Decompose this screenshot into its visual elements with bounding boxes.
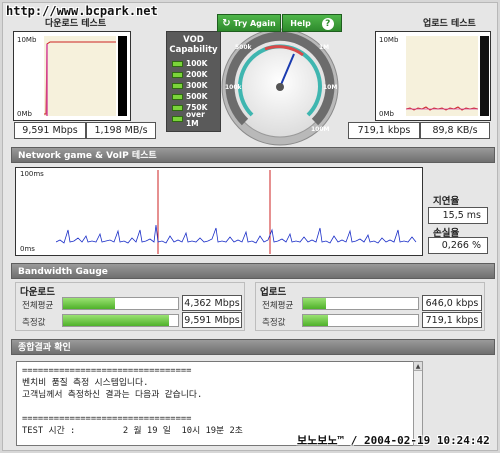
- try-again-button[interactable]: ↻ Try Again: [217, 14, 281, 32]
- footer-signature: 보노보노™ / 2004-02-19 10:24:42: [297, 434, 490, 447]
- bandwidth-upload-meas-value: 719,1 kbps: [422, 312, 482, 328]
- bandwidth-download-panel: 다운로드 전체평균 4,362 Mbps 측정값 9,591 Mbps: [15, 282, 245, 331]
- benchbee-window: 다운로드 테스트 10Mb 0Mb 9,591 Mbps 1,198 MB/s …: [2, 2, 498, 451]
- download-top-label: 10Mb: [17, 36, 37, 44]
- vod-title: VOD: [183, 35, 204, 45]
- bandwidth-upload-meas-label: 측정값: [262, 318, 286, 328]
- latency-top-label: 100ms: [20, 170, 44, 178]
- watermark-url: http://www.bcpark.net: [6, 4, 158, 18]
- upload-test-title: 업로드 테스트: [423, 19, 476, 29]
- download-bottom-label: 0Mb: [17, 110, 32, 118]
- upload-top-label: 10Mb: [379, 36, 399, 44]
- scroll-up-icon[interactable]: ▲: [414, 362, 422, 371]
- gauge-tick-100m: 100M: [311, 126, 330, 133]
- vod-led: [172, 93, 183, 100]
- gauge-tick-10m: 10M: [323, 84, 337, 91]
- gauge-tick-1m: 1M: [319, 44, 329, 51]
- bandwidth-download-avg-value: 4,362 Mbps: [182, 295, 242, 311]
- upload-trace: [406, 106, 478, 111]
- help-button[interactable]: Help ?: [282, 14, 342, 32]
- bandwidth-download-meas-value: 9,591 Mbps: [182, 312, 242, 328]
- bandwidth-upload-avg-bar: [302, 297, 419, 310]
- bandwidth-download-avg-label: 전체평균: [22, 301, 54, 311]
- vod-led: [172, 60, 183, 67]
- network-section-header: Network game & VoIP 테스트: [11, 147, 495, 163]
- download-graph: 10Mb 0Mb: [13, 31, 131, 121]
- question-icon: ?: [321, 18, 334, 30]
- speed-gauge: 100k 500k 1M 10M 100M: [221, 28, 339, 146]
- latency-label: 지연율: [433, 196, 460, 207]
- latency-trace: [56, 170, 417, 254]
- download-mbs-value: 1,198 MB/s: [86, 122, 156, 139]
- vod-level-100k: 100K: [172, 58, 220, 69]
- gauge-tick-100k: 100k: [225, 84, 243, 91]
- summary-section-header: 종합결과 확인: [11, 339, 495, 355]
- bandwidth-download-meas-label: 측정값: [22, 318, 46, 328]
- bandwidth-upload-avg-fill: [303, 298, 326, 309]
- bandwidth-upload-panel: 업로드 전체평균 646,0 kbps 측정값 719,1 kbps: [255, 282, 485, 331]
- bandwidth-upload-avg-label: 전체평균: [262, 301, 294, 311]
- bandwidth-upload-title: 업로드: [260, 287, 287, 298]
- latency-bottom-label: 0ms: [20, 245, 35, 253]
- vod-led: [172, 71, 183, 78]
- upload-bottom-label: 0Mb: [379, 110, 394, 118]
- vod-led: [172, 82, 183, 89]
- bandwidth-download-meas-fill: [63, 315, 169, 326]
- vod-level-over-1m: over 1M: [172, 110, 220, 128]
- latency-graph: 100ms 0ms: [15, 167, 423, 256]
- bandwidth-upload-avg-value: 646,0 kbps: [422, 295, 482, 311]
- vod-level-500k: 500K: [172, 91, 220, 102]
- vod-capability-panel: VOD Capability 100K 200K 300K 500K 750K …: [166, 31, 221, 132]
- loss-value: 0,266 %: [428, 237, 488, 254]
- latency-value: 15,5 ms: [428, 207, 488, 224]
- download-mbps-value: 9,591 Mbps: [14, 122, 86, 139]
- bandwidth-download-title: 다운로드: [20, 287, 55, 298]
- bandwidth-upload-meas-fill: [303, 315, 329, 326]
- vod-level-200k: 200K: [172, 69, 220, 80]
- bandwidth-download-avg-bar: [62, 297, 179, 310]
- download-trace: [44, 41, 116, 116]
- vod-level-300k: 300K: [172, 80, 220, 91]
- vod-led: [172, 115, 183, 122]
- upload-kbps-value: 719,1 kbps: [348, 122, 420, 139]
- upload-level-bar: [480, 36, 489, 116]
- vod-subtitle: Capability: [169, 45, 218, 55]
- download-level-bar: [118, 36, 127, 116]
- bandwidth-upload-meas-bar: [302, 314, 419, 327]
- gauge-tick-500k: 500k: [235, 44, 253, 51]
- vod-led: [172, 104, 183, 111]
- refresh-icon: ↻: [222, 18, 231, 29]
- bandwidth-section-header: Bandwidth Gauge: [11, 263, 495, 279]
- bandwidth-download-meas-bar: [62, 314, 179, 327]
- upload-graph: 10Mb 0Mb: [375, 31, 491, 121]
- bandwidth-download-avg-fill: [63, 298, 115, 309]
- upload-kbs-value: 89,8 KB/s: [420, 122, 490, 139]
